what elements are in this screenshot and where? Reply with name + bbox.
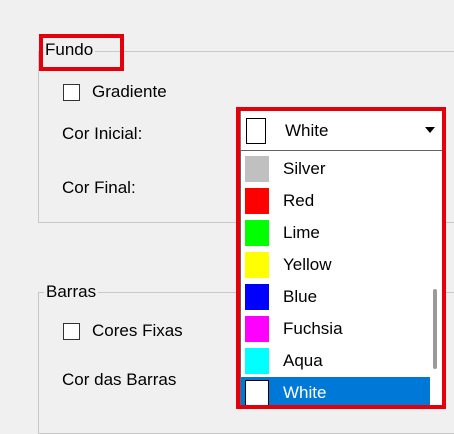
color-swatch [245,156,269,182]
color-option-red[interactable]: Red [241,185,430,217]
cor-das-barras-label: Cor das Barras [62,370,177,389]
color-swatch [245,188,269,214]
gradiente-checkbox[interactable] [63,83,80,101]
gradiente-label: Gradiente [92,82,167,101]
cor-inicial-label: Cor Inicial: [62,124,143,143]
cores-fixas-checkbox-row[interactable]: Cores Fixas [63,321,183,341]
cores-fixas-label: Cores Fixas [92,321,183,340]
barras-group-title: Barras [44,282,99,302]
combo-selected-value: White [285,121,329,140]
fundo-group-title: Fundo [43,40,96,60]
cores-fixas-checkbox[interactable] [63,322,80,340]
chevron-down-icon[interactable] [421,119,438,141]
cor-final-label: Cor Final: [62,178,136,197]
color-dropdown-list[interactable]: Silver Red Lime Yellow Blue Fuchsia Aqua… [240,150,443,406]
color-option-silver[interactable]: Silver [241,153,430,185]
color-swatch [245,284,269,310]
color-swatch [245,348,269,374]
color-option-yellow[interactable]: Yellow [241,249,430,281]
color-swatch [245,316,269,342]
color-option-blue[interactable]: Blue [241,281,430,313]
color-option-aqua[interactable]: Aqua [241,345,430,377]
color-swatch [245,380,269,405]
color-option-white[interactable]: White [241,377,430,405]
dropdown-scrollbar-thumb[interactable] [433,289,437,369]
color-swatch [245,252,269,278]
combo-color-swatch [246,118,266,144]
color-option-fuchsia[interactable]: Fuchsia [241,313,430,345]
gradiente-checkbox-row[interactable]: Gradiente [63,82,167,102]
color-option-lime[interactable]: Lime [241,217,430,249]
cor-inicial-combobox[interactable]: White [240,110,443,152]
color-swatch [245,220,269,246]
